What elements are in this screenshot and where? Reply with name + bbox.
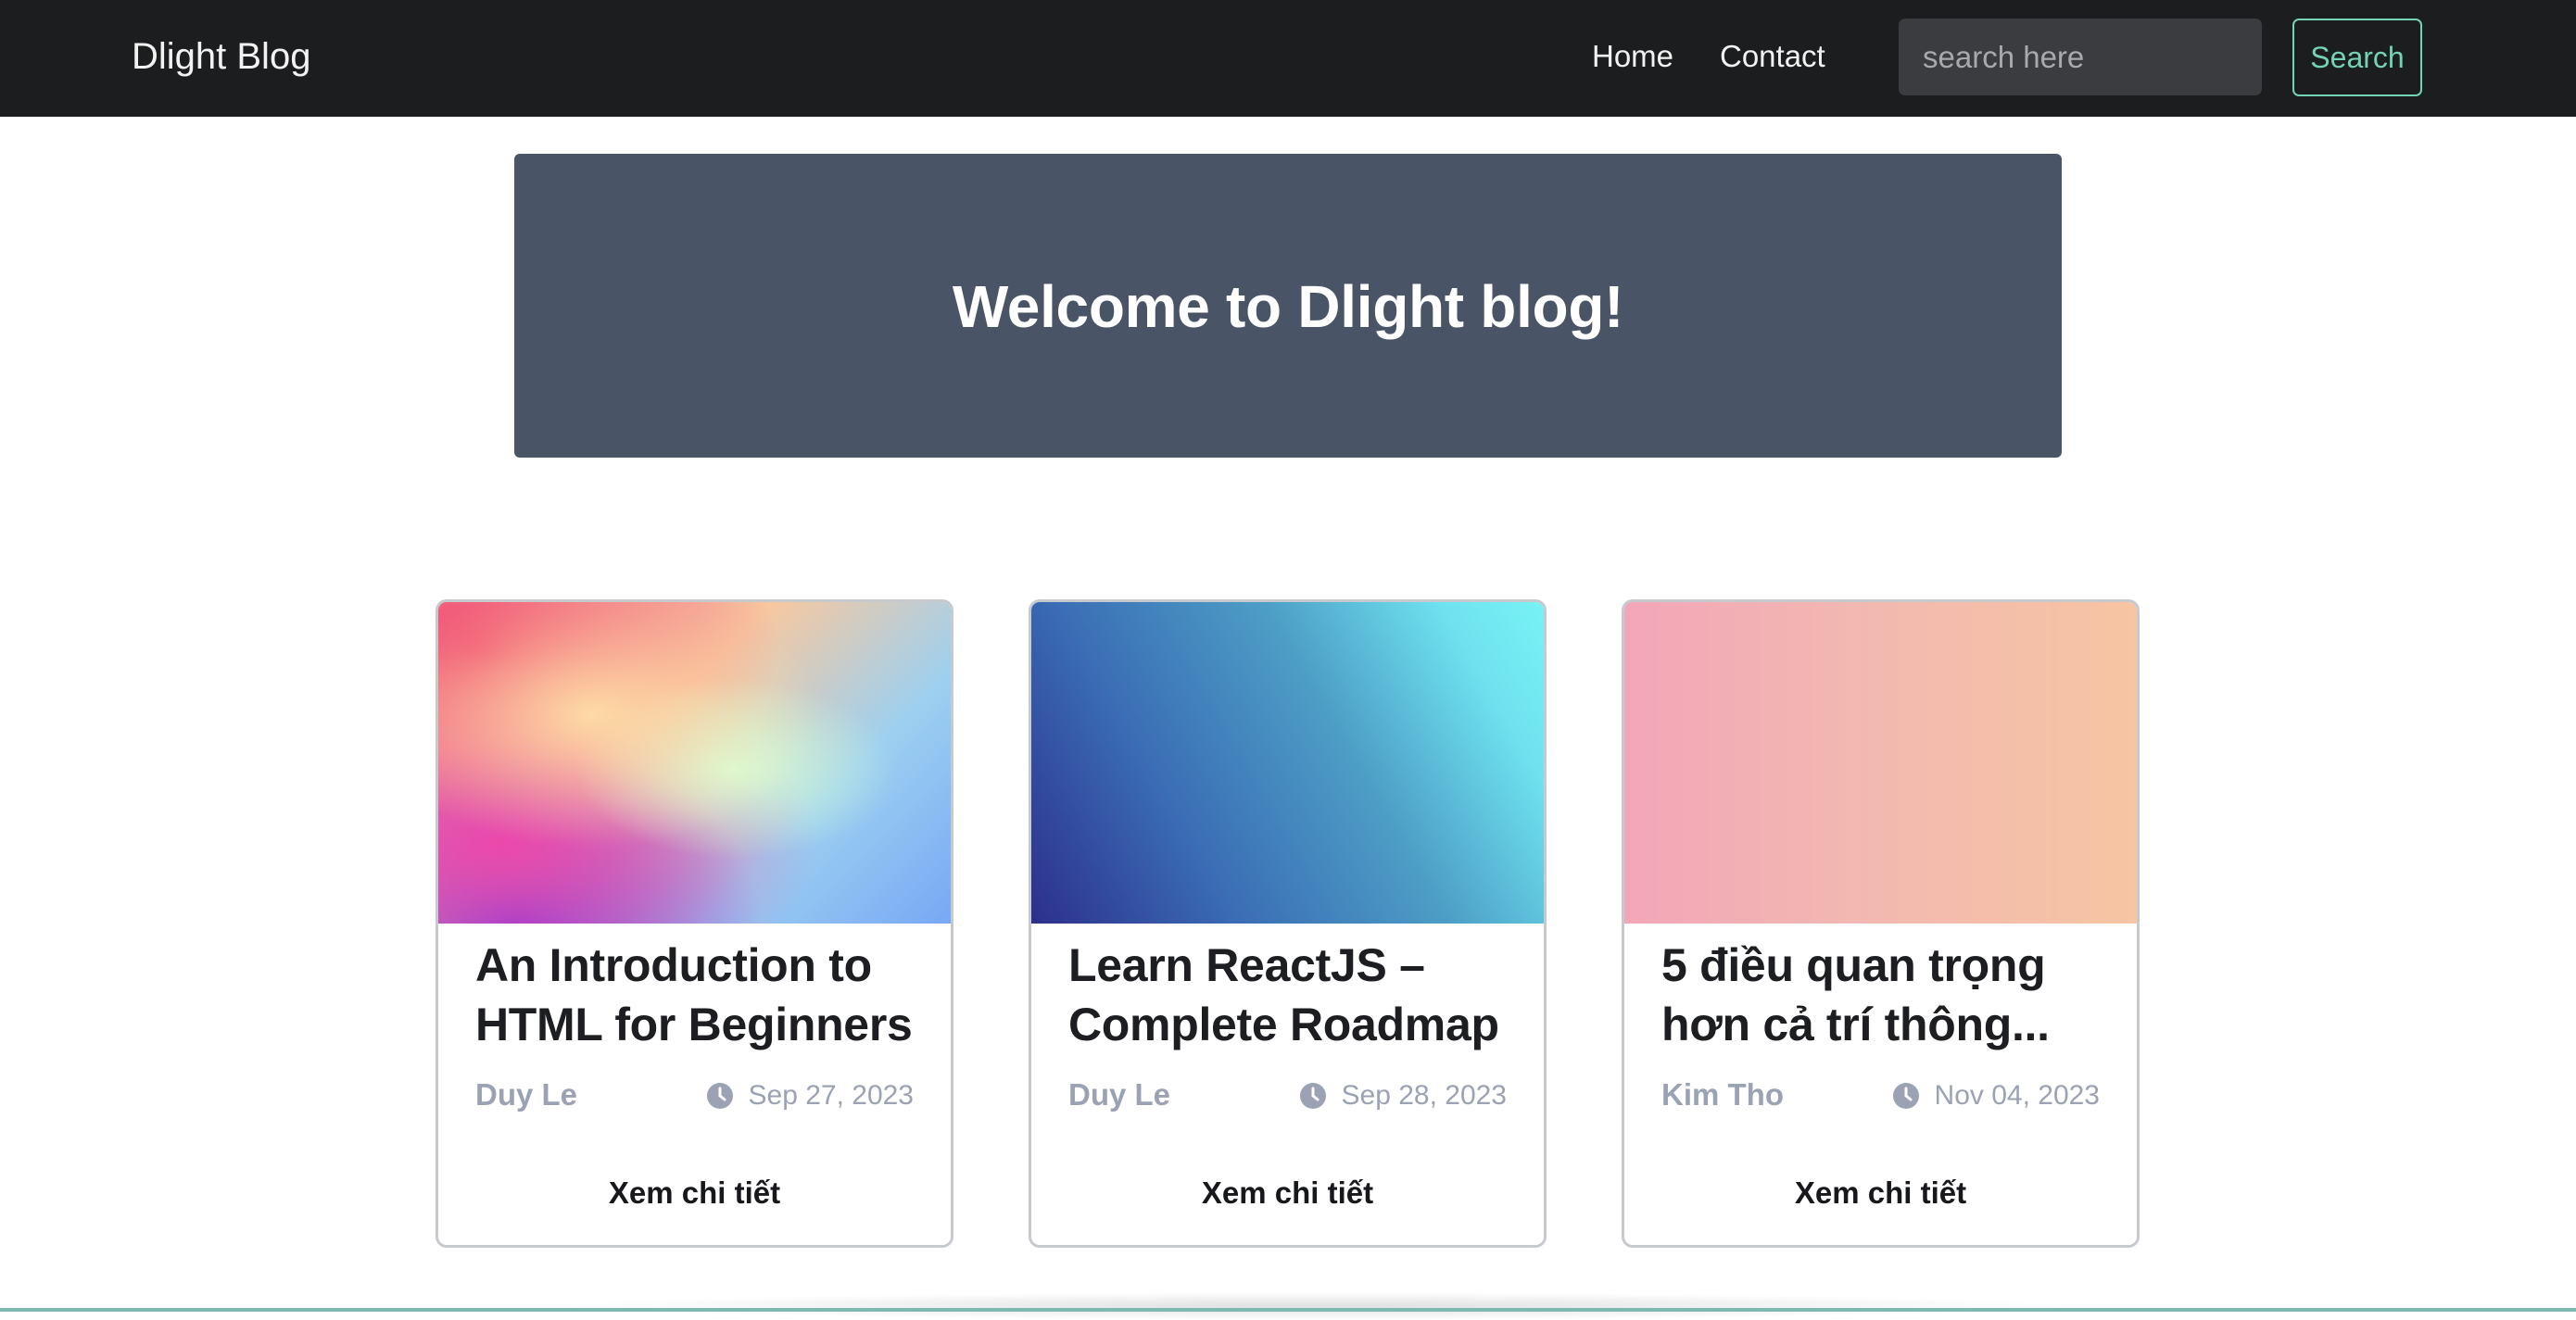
search-button[interactable]: Search	[2292, 19, 2422, 96]
post-thumbnail[interactable]	[1031, 602, 1544, 924]
view-details-link[interactable]: Xem chi tiết	[1031, 1174, 1544, 1213]
post-date-text: Sep 28, 2023	[1341, 1080, 1508, 1111]
top-navbar: Dlight Blog Home Contact Search	[0, 0, 2576, 117]
post-title[interactable]: 5 điều quan trọng hơn cả trí thông...	[1661, 936, 2106, 1054]
post-title[interactable]: Learn ReactJS – Complete Roadmap	[1068, 936, 1513, 1054]
section-shadow	[556, 1292, 2076, 1320]
search-input[interactable]	[1899, 19, 2262, 95]
post-date-text: Sep 27, 2023	[748, 1080, 915, 1111]
post-date: Sep 27, 2023	[706, 1077, 915, 1114]
post-date: Nov 04, 2023	[1892, 1077, 2100, 1114]
post-author[interactable]: Duy Le	[475, 1075, 577, 1114]
post-card: 5 điều quan trọng hơn cả trí thông... Ki…	[1622, 599, 2140, 1248]
post-author[interactable]: Duy Le	[1068, 1075, 1170, 1114]
post-card: An Introduction to HTML for Beginners Du…	[436, 599, 953, 1248]
post-thumbnail[interactable]	[438, 602, 951, 924]
hero-title: Welcome to Dlight blog!	[952, 273, 1624, 340]
post-title[interactable]: An Introduction to HTML for Beginners	[475, 936, 920, 1054]
page-bottom-border	[0, 1308, 2576, 1312]
nav-link-contact[interactable]: Contact	[1720, 36, 1825, 77]
brand-logo[interactable]: Dlight Blog	[132, 33, 310, 80]
clock-icon	[706, 1082, 734, 1110]
hero-banner: Welcome to Dlight blog!	[514, 154, 2062, 458]
view-details-link[interactable]: Xem chi tiết	[1624, 1174, 2137, 1213]
post-thumbnail[interactable]	[1624, 602, 2137, 924]
clock-icon	[1892, 1082, 1920, 1110]
nav-link-home[interactable]: Home	[1592, 36, 1673, 77]
post-author[interactable]: Kim Tho	[1661, 1075, 1784, 1114]
post-date-text: Nov 04, 2023	[1934, 1080, 2100, 1111]
clock-icon	[1299, 1082, 1327, 1110]
view-details-link[interactable]: Xem chi tiết	[438, 1174, 951, 1213]
post-card: Learn ReactJS – Complete Roadmap Duy Le …	[1029, 599, 1547, 1248]
post-date: Sep 28, 2023	[1299, 1077, 1508, 1114]
